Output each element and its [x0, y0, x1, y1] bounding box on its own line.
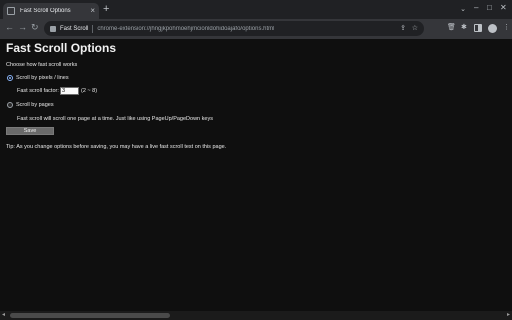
tab-fast-scroll-options[interactable]: Fast Scroll Options × — [3, 3, 99, 19]
scrollbar-thumb[interactable] — [10, 313, 170, 318]
radio-label-scroll-by-pixels[interactable]: Scroll by pixels / lines — [16, 75, 69, 81]
radio-scroll-by-pixels[interactable] — [7, 75, 13, 81]
browser-toolbar: ← → ↻ Fast Scroll chrome-extension://jhn… — [0, 19, 512, 39]
tip-text: Tip: As you change options before saving… — [6, 144, 227, 150]
horizontal-scrollbar[interactable]: ◂ ▸ — [0, 311, 512, 320]
url-divider — [92, 24, 94, 33]
menu-kebab-icon[interactable]: ⋮ — [503, 24, 510, 31]
maximize-icon[interactable]: □ — [487, 3, 492, 12]
new-tab-icon[interactable]: + — [103, 4, 109, 15]
page-title: Fast Scroll Options — [6, 41, 117, 55]
forward-icon[interactable]: → — [18, 23, 27, 32]
reload-icon[interactable]: ↻ — [31, 23, 39, 32]
tab-search-icon[interactable]: ⌄ — [460, 5, 466, 13]
share-icon[interactable]: ⇪ — [400, 24, 406, 32]
close-tab-icon[interactable]: × — [90, 7, 95, 15]
bookmark-star-icon[interactable]: ☆ — [412, 24, 418, 32]
close-window-icon[interactable]: ✕ — [500, 3, 507, 12]
scroll-factor-input[interactable] — [60, 87, 79, 95]
scroll-left-arrow-icon[interactable]: ◂ — [2, 312, 5, 318]
address-bar[interactable]: Fast Scroll chrome-extension://jhngjkpoh… — [44, 21, 424, 36]
save-button[interactable]: Save — [6, 127, 54, 135]
side-panel-icon[interactable] — [474, 24, 482, 32]
page-icon — [7, 7, 15, 15]
factor-range-hint: (2 ~ 8) — [81, 88, 98, 94]
radio-scroll-by-pages[interactable] — [7, 102, 13, 108]
url-text[interactable]: chrome-extension://jhngjkpohmoehjmcionld… — [97, 26, 274, 32]
tab-title: Fast Scroll Options — [20, 8, 71, 14]
scroll-right-arrow-icon[interactable]: ▸ — [507, 312, 510, 318]
trash-icon[interactable]: 🗑 — [447, 24, 456, 31]
tab-strip: Fast Scroll Options × + ⌄ – □ ✕ — [0, 0, 512, 19]
profile-avatar-icon[interactable] — [488, 24, 497, 33]
page-content: Fast Scroll Options Choose how fast scro… — [0, 39, 512, 311]
radio-label-scroll-by-pages[interactable]: Scroll by pages — [16, 102, 54, 108]
back-icon[interactable]: ← — [5, 23, 14, 32]
extension-name: Fast Scroll — [60, 25, 89, 32]
factor-label: Fast scroll factor: — [17, 88, 59, 94]
minimize-icon[interactable]: – — [474, 3, 478, 12]
pages-description: Fast scroll will scroll one page at a ti… — [17, 116, 213, 122]
intro-text: Choose how fast scroll works — [6, 62, 78, 68]
extensions-puzzle-icon[interactable]: ✱ — [461, 24, 467, 31]
extension-puzzle-icon — [50, 25, 56, 32]
